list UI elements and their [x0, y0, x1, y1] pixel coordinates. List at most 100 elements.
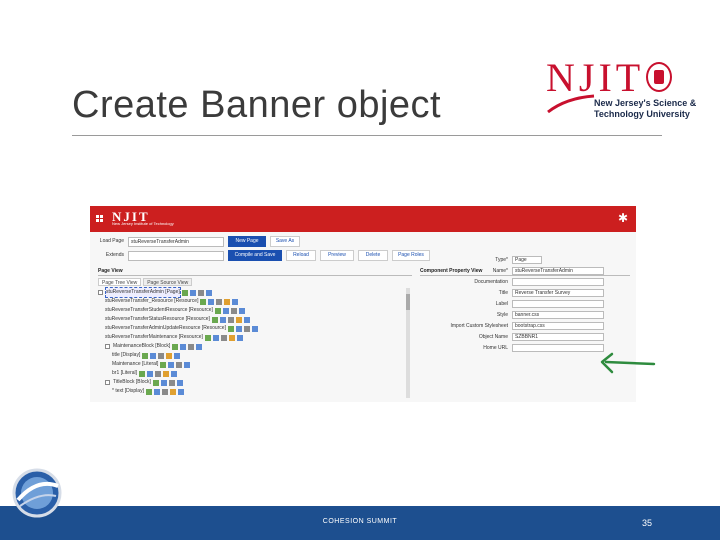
tree-action-icon[interactable] [204, 334, 211, 341]
tree-action-icon[interactable] [171, 370, 178, 377]
tree-action-icon[interactable] [168, 379, 175, 386]
tree-node[interactable]: stuReverseTransferAdminUpdateResource [R… [105, 324, 258, 333]
tab-page-source-view[interactable]: Page Source View [143, 278, 193, 286]
tree-node-label[interactable]: stuReverseTransferMaintenance [Resource] [105, 333, 203, 342]
tree-node[interactable]: MaintenanceBlock [Block] [105, 342, 203, 351]
app-grid-icon[interactable] [96, 215, 104, 223]
tree-action-icon[interactable] [174, 352, 181, 359]
tree-action-icon[interactable] [155, 370, 162, 377]
tree-action-icon[interactable] [238, 307, 245, 314]
tree-action-icon[interactable] [158, 352, 165, 359]
tree-node-label[interactable]: title [Display] [112, 351, 140, 360]
property-value-input[interactable] [512, 300, 604, 308]
tree-action-icon[interactable] [168, 361, 175, 368]
property-value-input[interactable]: Reverse Transfer Survey [512, 289, 604, 297]
new-page-button[interactable]: New Page [228, 236, 266, 247]
tree-node-label[interactable]: br1 [Literal] [112, 369, 137, 378]
tree-action-icon[interactable] [181, 289, 188, 296]
tree-action-icon[interactable] [211, 316, 218, 323]
property-value-input[interactable]: Page [512, 256, 542, 264]
tree-node[interactable]: br1 [Literal] [112, 369, 178, 378]
tree-action-icon[interactable] [152, 379, 159, 386]
gear-icon[interactable]: ✱ [618, 211, 628, 225]
tree-action-icon[interactable] [228, 334, 235, 341]
tree-node-label[interactable]: stuReverseTransferStudentResource [Resou… [105, 306, 213, 315]
tree-node-label[interactable]: Maintenance [Literal] [112, 360, 158, 369]
tree-action-icon[interactable] [147, 370, 154, 377]
tree-action-icon[interactable] [172, 343, 179, 350]
tree-action-icon[interactable] [150, 352, 157, 359]
tree-node-label[interactable]: stuReverseTransferAdminUpdateResource [R… [105, 324, 226, 333]
tree-node[interactable]: stuReverseTransfer_Resource [Resource] [105, 297, 239, 306]
tree-node[interactable]: stuReverseTransferAdmin [Page] [98, 287, 212, 298]
tree-action-icon[interactable] [169, 388, 176, 395]
tree-action-icon[interactable] [227, 325, 234, 332]
tree-action-icon[interactable] [189, 289, 196, 296]
delete-button[interactable]: Delete [358, 250, 388, 261]
tree-node[interactable]: TitleBlock [Block] [105, 378, 183, 387]
tree-node[interactable]: stuReverseTransferStudentResource [Resou… [105, 306, 245, 315]
tree-action-icon[interactable] [188, 343, 195, 350]
tree-action-icon[interactable] [200, 298, 207, 305]
property-value-input[interactable]: banner.css [512, 311, 604, 319]
tree-node-label[interactable]: * text [Display] [112, 387, 144, 396]
property-value-input[interactable]: bootstrap.css [512, 322, 604, 330]
tree-action-icon[interactable] [176, 379, 183, 386]
tree-action-icon[interactable] [216, 298, 223, 305]
tree-action-icon[interactable] [139, 370, 146, 377]
tree-action-icon[interactable] [205, 289, 212, 296]
tree-node[interactable]: * text [Display] [112, 387, 184, 396]
tree-action-icon[interactable] [160, 361, 167, 368]
tree-action-icon[interactable] [184, 361, 191, 368]
tree-action-icon[interactable] [219, 316, 226, 323]
tree-action-icon[interactable] [161, 388, 168, 395]
tree-action-icon[interactable] [236, 334, 243, 341]
extends-select[interactable] [128, 251, 224, 261]
tree-action-icon[interactable] [235, 316, 242, 323]
tree-action-icon[interactable] [212, 334, 219, 341]
tree-action-icon[interactable] [227, 316, 234, 323]
tree-action-icon[interactable] [222, 307, 229, 314]
tree-action-icon[interactable] [177, 388, 184, 395]
load-page-select[interactable]: stuReverseTransferAdmin [128, 237, 224, 247]
tree-node-label[interactable]: MaintenanceBlock [Block] [113, 342, 170, 351]
tree-node-label[interactable]: TitleBlock [Block] [113, 378, 151, 387]
tree-node-label[interactable]: stuReverseTransferStatusResource [Resour… [105, 315, 210, 324]
tree-action-icon[interactable] [163, 370, 170, 377]
tree-action-icon[interactable] [220, 334, 227, 341]
tree-action-icon[interactable] [166, 352, 173, 359]
tree-node[interactable]: stuReverseTransferMaintenance [Resource] [105, 333, 243, 342]
tree-action-icon[interactable] [235, 325, 242, 332]
tree-action-icon[interactable] [142, 352, 149, 359]
tree-action-icon[interactable] [196, 343, 203, 350]
tree-action-icon[interactable] [208, 298, 215, 305]
tree-node[interactable]: title [Display] [112, 351, 181, 360]
tree-scrollbar[interactable] [406, 288, 410, 398]
save-as-button[interactable]: Save As [270, 236, 300, 247]
property-value-input[interactable]: stuReverseTransferAdmin [512, 267, 604, 275]
tree-action-icon[interactable] [232, 298, 239, 305]
tree-action-icon[interactable] [230, 307, 237, 314]
tree-action-icon[interactable] [251, 325, 258, 332]
tree-toggle-icon[interactable] [98, 290, 103, 295]
reload-button[interactable]: Reload [286, 250, 316, 261]
tree-node-label[interactable]: stuReverseTransfer_Resource [Resource] [105, 297, 198, 306]
tree-action-icon[interactable] [153, 388, 160, 395]
tree-action-icon[interactable] [214, 307, 221, 314]
tab-page-tree-view[interactable]: Page Tree View [98, 278, 142, 286]
preview-button[interactable]: Preview [320, 250, 354, 261]
tree-node[interactable]: stuReverseTransferStatusResource [Resour… [105, 315, 250, 324]
tree-action-icon[interactable] [160, 379, 167, 386]
compile-and-save-button[interactable]: Compile and Save [228, 250, 282, 261]
tree-action-icon[interactable] [224, 298, 231, 305]
tree-node[interactable]: Maintenance [Literal] [112, 360, 191, 369]
property-value-input[interactable] [512, 344, 604, 352]
tree-action-icon[interactable] [197, 289, 204, 296]
tree-action-icon[interactable] [180, 343, 187, 350]
tree-action-icon[interactable] [176, 361, 183, 368]
property-value-input[interactable] [512, 278, 604, 286]
tree-action-icon[interactable] [243, 316, 250, 323]
tree-node-label[interactable]: stuReverseTransferAdmin [Page] [105, 287, 181, 298]
tree-action-icon[interactable] [243, 325, 250, 332]
tree-action-icon[interactable] [145, 388, 152, 395]
